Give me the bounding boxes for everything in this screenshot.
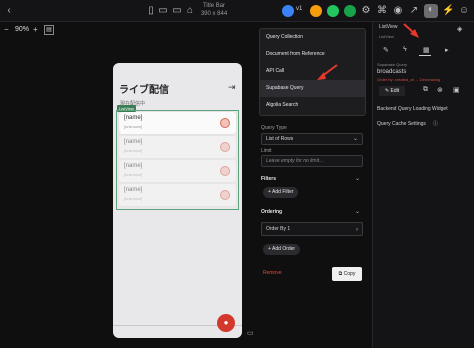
zoom-in-button[interactable]: + [33, 25, 38, 34]
active-tab-indicator [419, 55, 431, 56]
menu-item-api-call[interactable]: API Call [260, 63, 365, 80]
item-name: [name] [124, 163, 143, 169]
limit-input[interactable]: Leave empty for no limit... [261, 155, 363, 167]
menu-item-supabase-query[interactable]: Supabase Query [260, 80, 365, 97]
actions-tab-icon[interactable]: ϟ [403, 46, 407, 53]
tablet-icon[interactable]: ▭ [157, 5, 169, 17]
backend-query-tab-icon[interactable]: ▦ [423, 46, 430, 54]
top-toolbar: ‹ ▯ ▭ ▭ ⌂ Title Bar 390 x 844 v1 ⚙ ⌘ ◉ ↗… [0, 0, 474, 22]
page-title: ライブ配信 [119, 85, 169, 96]
cloud-icon[interactable] [282, 5, 294, 17]
chevron-down-icon[interactable]: ⌄ [355, 175, 360, 182]
check-icon[interactable] [344, 5, 356, 17]
widget-name: ListView [379, 24, 398, 30]
list-item[interactable]: [name] [unknown] [119, 136, 236, 158]
order-by-value: Order By 1 [266, 226, 291, 232]
device-frame-icon[interactable]: ▭ [247, 329, 254, 337]
order-description: Order by: created_at → Decreasing [377, 77, 441, 82]
share-icon[interactable]: ↗ [408, 5, 420, 17]
chevron-down-icon[interactable]: ⌄ [355, 208, 360, 215]
order-by-row[interactable]: Order By 1 › [261, 222, 363, 236]
logout-icon[interactable]: ⇥ [228, 82, 236, 93]
remove-button[interactable]: Remove [263, 270, 282, 276]
zoom-value: 90% [15, 26, 30, 33]
query-type-value: List of Rows [266, 136, 294, 142]
ordering-section-label: Ordering [261, 209, 283, 215]
phone-canvas: ライブ配信 ⇥ 現在配信中 ListView [name] [unknown] … [113, 63, 242, 338]
desktop-icon[interactable]: ▭ [171, 5, 183, 17]
edit-label: Edit [390, 88, 400, 94]
clear-query-icon[interactable]: ⊗ [437, 86, 443, 94]
settings-icon[interactable]: ⚙ [360, 5, 372, 17]
avatar [220, 190, 230, 200]
size-label: 390 x 844 [200, 11, 228, 17]
menu-item-document-reference[interactable]: Document from Reference [260, 46, 365, 63]
page-size-indicator: Title Bar 390 x 844 [194, 2, 234, 18]
play-icon[interactable]: ▸ [445, 46, 449, 54]
item-sub: [unknown] [124, 148, 143, 153]
grid-toggle-icon[interactable]: ▤ [44, 25, 54, 35]
widget-type: ListView [379, 34, 394, 39]
run-icon[interactable]: ⚡ [442, 5, 454, 17]
list-item[interactable]: [name] [unknown] [119, 184, 236, 206]
live-fab-button[interactable]: ● [217, 314, 235, 332]
annotation-arrow-icon [403, 23, 419, 38]
preview-icon[interactable]: ◐ [424, 4, 438, 18]
save-query-icon[interactable]: ▣ [453, 86, 460, 94]
item-name: [name] [124, 139, 143, 145]
zoom-out-button[interactable]: − [4, 25, 9, 34]
item-name: [name] [124, 187, 143, 193]
copy-label: Copy [343, 271, 356, 277]
back-icon[interactable]: ‹ [3, 5, 15, 17]
supabase-icon[interactable] [327, 5, 339, 17]
item-sub: [unknown] [124, 196, 143, 201]
query-type-select[interactable]: List of Rows ⌄ [261, 133, 363, 145]
backend-loading-widget-label: Backend Query Loading Widget [377, 106, 448, 112]
filters-section-label: Filters [261, 176, 277, 182]
chevron-right-icon: › [356, 227, 358, 233]
menu-item-algolia-search[interactable]: Algolia Search [260, 97, 365, 114]
add-order-button[interactable]: + Add Order [263, 244, 301, 255]
api-icon[interactable]: ⌘ [376, 5, 388, 17]
zoom-control: − 90% + ▤ [0, 22, 60, 38]
user-icon[interactable]: ☺ [458, 5, 470, 17]
app-bar: ライブ配信 ⇥ [113, 63, 242, 99]
menu-item-query-collection[interactable]: Query Collection [260, 29, 365, 46]
copy-button[interactable]: ⧉ Copy [332, 267, 362, 281]
annotation-arrow-icon [317, 64, 338, 80]
query-cache-settings-label[interactable]: Query Cache Settings [377, 121, 426, 127]
firebase-icon[interactable] [310, 5, 322, 17]
limit-label: Limit [261, 148, 272, 154]
query-type-menu: Query Collection Document from Reference… [259, 28, 366, 116]
avatar [220, 142, 230, 152]
list-item[interactable]: [name] [unknown] [119, 112, 236, 134]
copy-query-icon[interactable]: ⧉ [423, 86, 428, 94]
avatar [220, 118, 230, 128]
item-name: [name] [124, 115, 143, 121]
info-icon[interactable]: ◈ [457, 25, 462, 33]
query-config-panel: Query Type List of Rows ⌄ Limit Leave em… [258, 118, 368, 288]
query-type-label: Query Type [261, 125, 287, 131]
list-item[interactable]: [name] [unknown] [119, 160, 236, 182]
supabase-query-label: Supabase Query [377, 62, 408, 67]
title-bar-label: Title Bar [202, 3, 226, 9]
item-sub: [unknown] [124, 172, 143, 177]
version-label[interactable]: v1 [296, 6, 302, 12]
table-name: broadcasts [377, 69, 407, 75]
item-sub: [unknown] [124, 124, 143, 129]
properties-tab-icon[interactable]: ✎ [383, 46, 389, 54]
phone-icon[interactable]: ▯ [145, 5, 157, 17]
avatar [220, 166, 230, 176]
edit-query-button[interactable]: ✎ Edit [379, 86, 405, 96]
github-icon[interactable]: ◉ [392, 5, 404, 17]
properties-panel: ListView ListView ◈ ✎ ϟ ▦ ▸ Supabase Que… [372, 22, 474, 348]
add-filter-button[interactable]: + Add Filter [263, 187, 299, 198]
help-icon[interactable]: ⓘ [433, 120, 438, 127]
chevron-down-icon: ⌄ [352, 136, 358, 142]
